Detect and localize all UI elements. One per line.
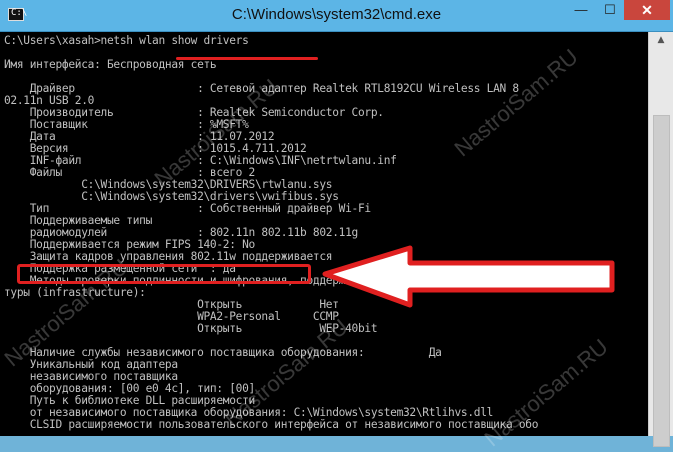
close-button[interactable]: ✕ [624,0,670,20]
console-line: CLSID расширяемости пользовательского ин… [4,418,539,431]
title-bar[interactable]: C:\ C:\Windows\system32\cmd.exe — ☐ ✕ [0,0,673,32]
scroll-up-arrow-icon[interactable]: ▲ [649,32,673,49]
console-line: C:\Users\xasah>netsh wlan show drivers [4,34,249,47]
hosted-network-highlight-box [17,264,311,284]
vertical-scrollbar[interactable]: ▲ [648,32,673,447]
minimize-button[interactable]: — [566,0,596,20]
cmd-window: C:\ C:\Windows\system32\cmd.exe — ☐ ✕ C:… [0,0,673,451]
command-underline-annotation [176,57,318,60]
console-line: Имя интерфейса: Беспроводная сеть [4,58,217,71]
maximize-button[interactable]: ☐ [596,0,624,20]
scroll-thumb[interactable] [653,115,670,447]
